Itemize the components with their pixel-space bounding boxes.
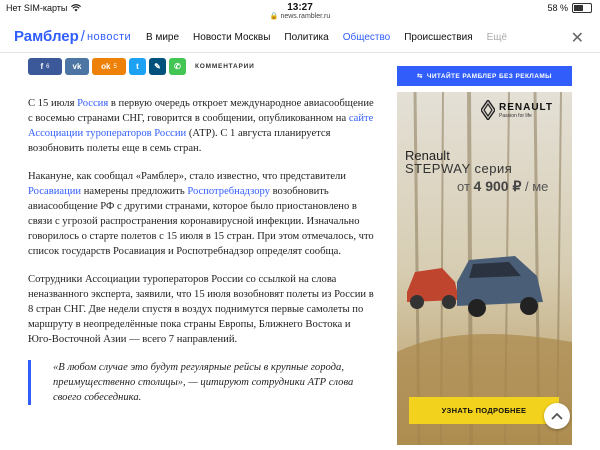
price-value: 4 900 ₽: [473, 178, 522, 194]
vk-share-button[interactable]: vk: [65, 58, 89, 75]
url-text: news.rambler.ru: [280, 13, 331, 20]
price-prefix: от: [457, 179, 474, 194]
link-rosaviatsiya[interactable]: Росавиации: [28, 186, 81, 197]
renault-tagline: Passion for life: [499, 112, 532, 119]
vk-icon: vk: [72, 62, 82, 71]
nav-link-politics[interactable]: Политика: [284, 32, 328, 43]
ad-banner[interactable]: RENAULT Passion for life Renault STEPWAY…: [397, 92, 572, 445]
nav-link-moscow[interactable]: Новости Москвы: [193, 32, 270, 43]
forest-background: [397, 92, 572, 445]
ad-free-label: ЧИТАЙТЕ РАМБЛЕР БЕЗ РЕКЛАМЫ: [426, 72, 552, 80]
rambler-logo[interactable]: Рамблер / новости: [14, 28, 131, 45]
text-segment: С 15 июля: [28, 98, 78, 109]
article-quote: «В любом случае это будут регулярные рей…: [28, 360, 376, 405]
ad-free-button[interactable]: ⇆ ЧИТАЙТЕ РАМБЛЕР БЕЗ РЕКЛАМЫ: [397, 66, 572, 86]
ok-icon: ok: [101, 62, 111, 71]
nav-link-world[interactable]: В мире: [146, 32, 179, 43]
nav-links: В мире Новости Москвы Политика Общество …: [146, 32, 521, 43]
article-paragraph: С 15 июля Россия в первую очередь открое…: [28, 96, 376, 156]
renault-wordmark: RENAULT: [499, 101, 554, 113]
nav-link-more[interactable]: Ещё: [487, 32, 507, 43]
lock-icon: 🔒: [269, 13, 279, 20]
chevron-up-icon: [551, 412, 563, 420]
whatsapp-icon: ✆: [174, 62, 181, 71]
nav-link-incidents[interactable]: Происшествия: [404, 32, 472, 43]
whatsapp-share-button[interactable]: ✆: [169, 58, 186, 75]
facebook-count: 6: [46, 63, 50, 70]
address-bar[interactable]: 🔒 news.rambler.ru: [0, 12, 600, 20]
twitter-share-button[interactable]: t: [129, 58, 146, 75]
battery-percent: 58 %: [547, 3, 568, 13]
renault-diamond-icon: [481, 100, 495, 120]
facebook-icon: f: [40, 62, 44, 71]
comments-link[interactable]: КОММЕНТАРИИ: [195, 63, 255, 70]
article-paragraph: Накануне, как сообщал «Рамблер», стало и…: [28, 169, 376, 259]
logo-slash: /: [80, 28, 85, 45]
nav-link-society[interactable]: Общество: [343, 32, 391, 43]
article-paragraph: Сотрудники Ассоциации туроператоров Росс…: [28, 274, 374, 345]
link-rospotrebnadzor[interactable]: Роспотребнадзору: [187, 186, 270, 197]
close-icon[interactable]: ✕: [571, 28, 584, 48]
logo-sub: новости: [86, 30, 132, 43]
ad-model: STEPWAY серия: [405, 161, 513, 176]
article-body: С 15 июля Россия в первую очередь открое…: [28, 96, 376, 418]
arrow-icon: ⇆: [417, 73, 423, 80]
battery-icon: [572, 3, 592, 13]
text-segment: Накануне, как сообщал «Рамблер», стало и…: [28, 171, 346, 182]
ok-count: 5: [113, 63, 117, 70]
top-navigation: Рамблер / новости В мире Новости Москвы …: [0, 22, 600, 53]
renault-logo: RENAULT Passion for life: [481, 100, 553, 120]
twitter-icon: t: [136, 62, 139, 71]
link-russia[interactable]: Россия: [77, 98, 108, 109]
share-bar: f6 vk ok 5 t ✎ ✆ КОММЕНТАРИИ: [28, 58, 255, 75]
ad-price: от 4 900 ₽ / ме: [457, 178, 548, 195]
scroll-to-top-button[interactable]: [544, 403, 570, 429]
status-bar: Нет SIM-карты 13:27 🔒 news.rambler.ru 58…: [0, 0, 600, 20]
text-segment: намерены предложить: [81, 186, 188, 197]
facebook-share-button[interactable]: f6: [28, 58, 62, 75]
ad-learn-more-button[interactable]: УЗНАТЬ ПОДРОБНЕЕ: [409, 397, 559, 424]
livejournal-icon: ✎: [154, 62, 161, 71]
logo-main: Рамблер: [14, 28, 79, 45]
ok-share-button[interactable]: ok 5: [92, 58, 126, 75]
livejournal-share-button[interactable]: ✎: [149, 58, 166, 75]
price-suffix: / ме: [521, 179, 549, 194]
